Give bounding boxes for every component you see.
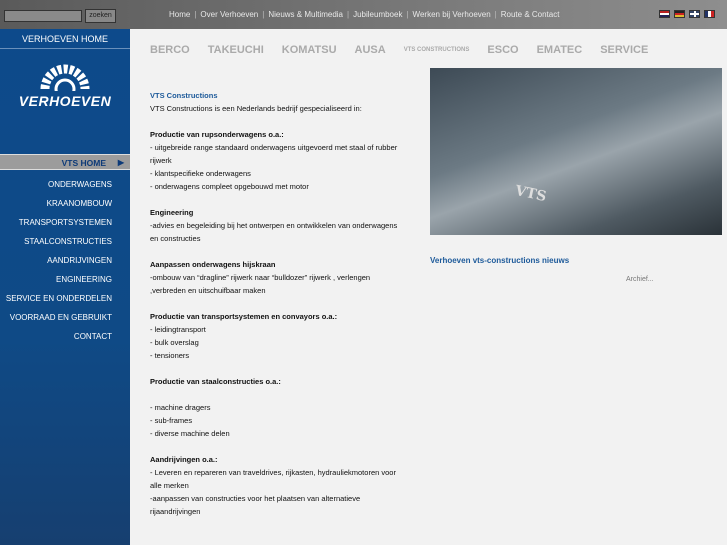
partner-logo[interactable]: ESCO <box>487 44 518 56</box>
flag-nl-icon[interactable] <box>659 10 670 18</box>
nav-vts-home[interactable]: VTS HOME ▶ <box>0 154 130 170</box>
partner-logo[interactable]: KOMATSU <box>282 44 337 56</box>
section-heading: Productie van transportsystemen en conva… <box>150 312 338 321</box>
main-content: VTS Constructions VTS Constructions is e… <box>150 89 400 518</box>
search-button[interactable]: zoeken <box>85 9 116 23</box>
top-nav: Home | Over Verhoeven | Nieuws & Multimedia |… <box>169 10 559 19</box>
sidebar-item[interactable]: SERVICE EN ONDERDELEN <box>0 289 112 308</box>
section-line: - diverse machine delen <box>150 429 230 438</box>
section-line: - bulk overslag <box>150 338 199 347</box>
section-line: -aanpassen van constructies voor het pla… <box>150 494 361 516</box>
language-flags <box>659 10 715 18</box>
section-line: - klantspecifieke onderwagens <box>150 169 251 178</box>
topnav-link[interactable]: Nieuws & Multimedia <box>268 10 343 19</box>
verhoeven-home-link[interactable]: VERHOEVEN HOME <box>0 29 130 49</box>
partner-logo[interactable]: BERCO <box>150 44 190 56</box>
nav-separator: | <box>406 10 409 19</box>
section-line <box>150 388 400 401</box>
sidebar-item[interactable]: KRAANOMBOUW <box>0 194 112 213</box>
sidebar-item[interactable]: CONTACT <box>0 327 112 346</box>
topnav-link[interactable]: Jubileumboek <box>353 10 402 19</box>
sidebar-item[interactable]: TRANSPORTSYSTEMEN <box>0 213 112 232</box>
section-heading: Productie van staalconstructies o.a.: <box>150 377 281 386</box>
section-line: - sub-frames <box>150 416 193 425</box>
vts-photo: VTS <box>430 68 722 235</box>
section-line: - uitgebreide range standaard onderwagen… <box>150 143 398 165</box>
nav-separator: | <box>347 10 350 19</box>
partner-logo[interactable]: VTS CONSTRUCTIONS <box>404 47 470 53</box>
sidebar-item[interactable]: ONDERWAGENS <box>0 175 112 194</box>
nav-separator: | <box>494 10 497 19</box>
search-input[interactable] <box>4 10 82 22</box>
flag-en-icon[interactable] <box>689 10 700 18</box>
section-line: -ombouw van “dragline” rijwerk naar “bul… <box>150 273 371 295</box>
section-heading: Aandrijvingen o.a.: <box>150 455 218 464</box>
section-line: -advies en begeleiding bij het ontwerpen… <box>150 221 398 243</box>
flag-fr-icon[interactable] <box>704 10 715 18</box>
section-line: - leidingtransport <box>150 325 206 334</box>
topnav-link[interactable]: Home <box>169 10 190 19</box>
logo-gear-icon <box>40 64 90 100</box>
nav-separator: | <box>262 10 265 19</box>
section-heading: Engineering <box>150 208 194 217</box>
intro-text: VTS Constructions is een Nederlands bedr… <box>150 104 362 113</box>
partner-logo[interactable]: EMATEC <box>537 44 583 56</box>
flag-de-icon[interactable] <box>674 10 685 18</box>
sidebar-item[interactable]: ENGINEERING <box>0 270 112 289</box>
archive-link[interactable]: Archief... <box>626 276 654 283</box>
topnav-link[interactable]: Route & Contact <box>501 10 560 19</box>
section-line: - Leveren en repareren van traveldrives,… <box>150 468 396 490</box>
verhoeven-logo[interactable]: VERHOEVEN <box>10 51 120 111</box>
partner-logo[interactable]: SERVICE <box>600 44 648 56</box>
sidebar-item[interactable]: AANDRIJVINGEN <box>0 251 112 270</box>
sidebar-item[interactable]: VOORRAAD EN GEBRUIKT <box>0 308 112 327</box>
topnav-link[interactable]: Werken bij Verhoeven <box>413 10 491 19</box>
section-heading: Productie van rupsonderwagens o.a.: <box>150 130 284 139</box>
section-line: - tensioners <box>150 351 190 360</box>
topnav-link[interactable]: Over Verhoeven <box>200 10 258 19</box>
nav-separator: | <box>194 10 197 19</box>
sidebar: VERHOEVEN HOME VERHOEVEN VTS HOME ▶ ONDER… <box>0 29 130 545</box>
top-bar: zoeken Home | Over Verhoeven | Nieuws & Mult… <box>0 0 727 29</box>
arrow-right-icon: ▶ <box>117 158 124 167</box>
section-heading: Aanpassen onderwagens hijskraan <box>150 260 276 269</box>
partner-logo[interactable]: AUSA <box>355 44 386 56</box>
sidebar-item[interactable]: STAALCONSTRUCTIES <box>0 232 112 251</box>
brand-logos: BERCO TAKEUCHI KOMATSU AUSA VTS CONSTRUCTION… <box>150 35 700 65</box>
side-nav: ONDERWAGENS KRAANOMBOUW TRANSPORTSYSTEMEN S… <box>0 175 112 346</box>
section-line: - onderwagens compleet opgebouwd met mot… <box>150 182 309 191</box>
page-title: VTS Constructions <box>150 91 218 100</box>
news-heading: Verhoeven vts-constructions nieuws <box>430 256 570 265</box>
partner-logo[interactable]: TAKEUCHI <box>208 44 264 56</box>
section-line: - machine dragers <box>150 403 211 412</box>
